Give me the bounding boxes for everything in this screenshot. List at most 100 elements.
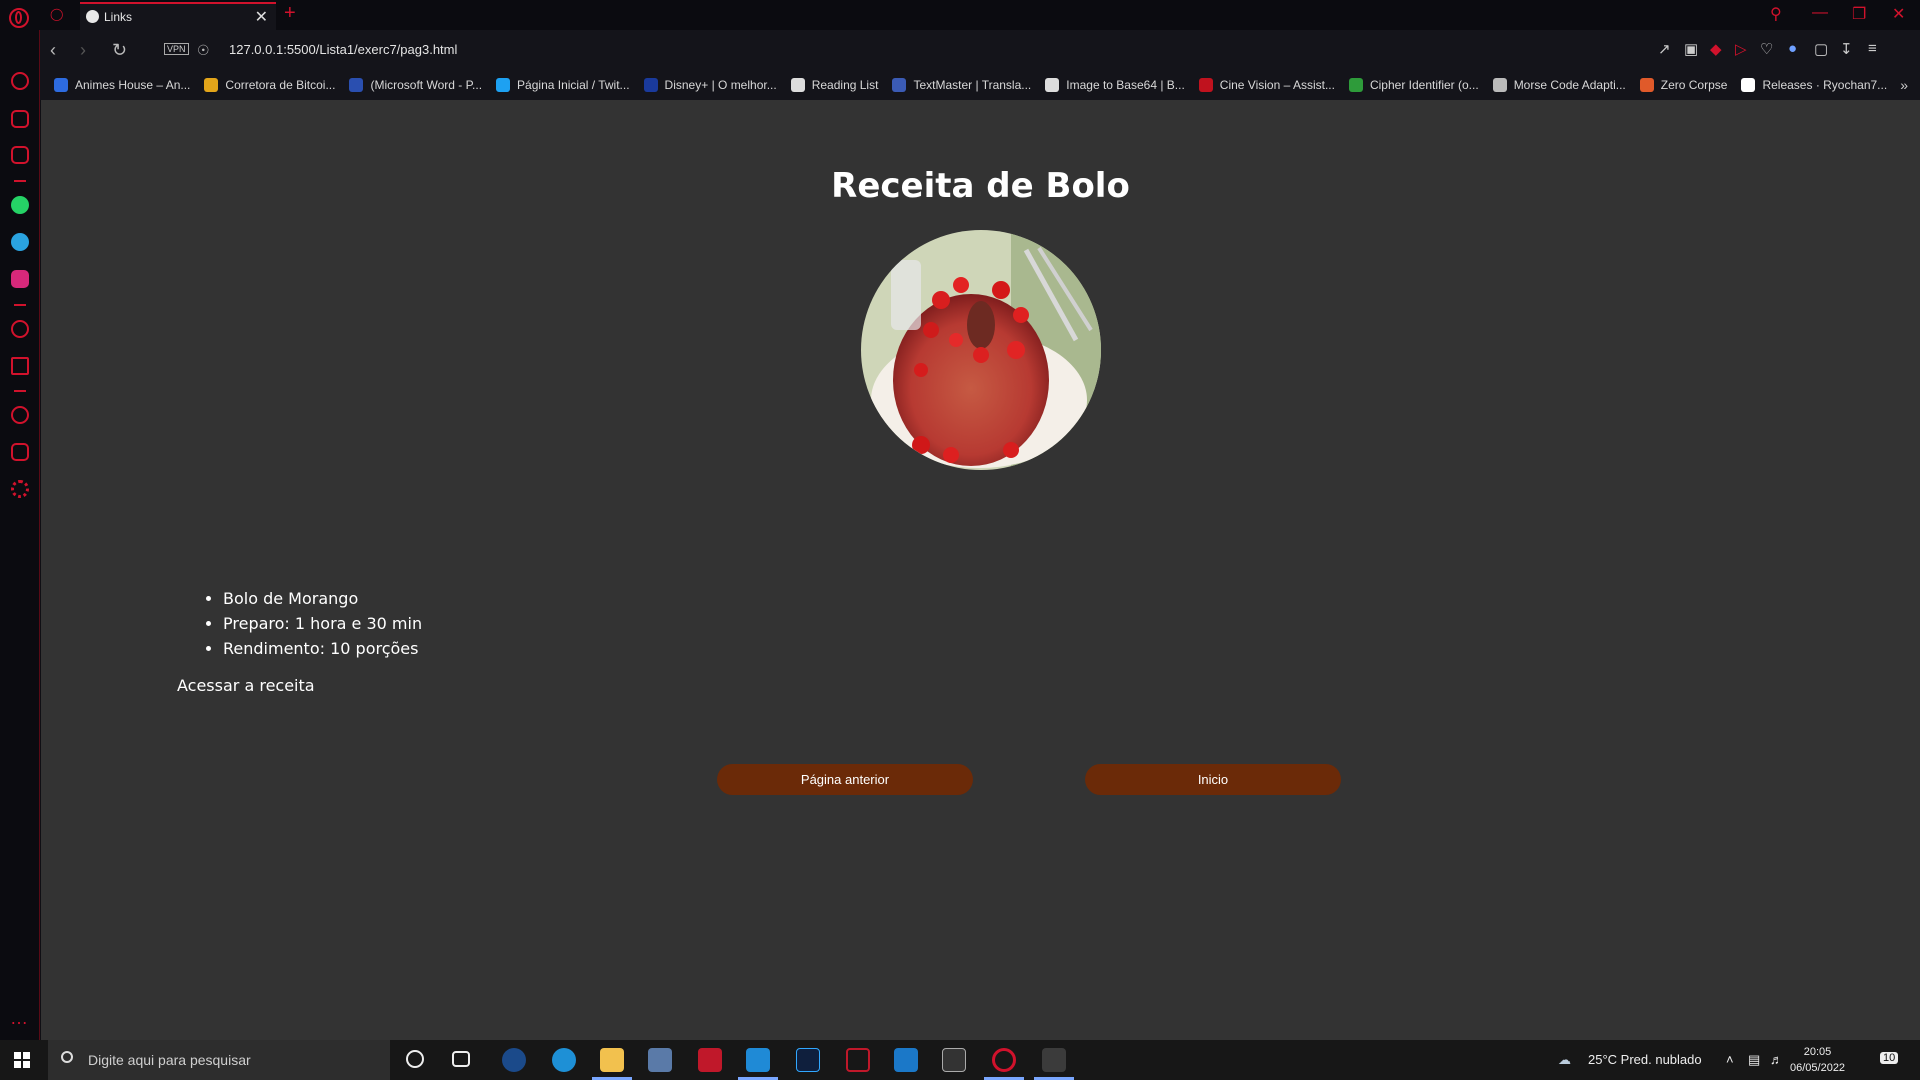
photoshop-icon[interactable] bbox=[796, 1048, 820, 1072]
instagram-icon[interactable] bbox=[11, 270, 29, 288]
settings-gear-icon[interactable] bbox=[11, 480, 29, 498]
minimize-button[interactable]: — bbox=[1812, 4, 1828, 22]
bookmark-favicon-icon bbox=[892, 78, 907, 92]
browser-tab[interactable]: Links ✕ bbox=[80, 2, 276, 30]
vpn-badge[interactable]: VPN bbox=[164, 43, 189, 55]
player-icon[interactable] bbox=[11, 320, 29, 338]
send-icon[interactable] bbox=[11, 357, 29, 375]
telegram-icon[interactable] bbox=[11, 233, 29, 251]
bookmark-item[interactable]: Animes House – An... bbox=[54, 78, 190, 92]
recipe-link[interactable]: Acessar a receita bbox=[177, 676, 315, 695]
page-title: Receita de Bolo bbox=[831, 166, 1130, 206]
volume-icon[interactable]: ♬ bbox=[1770, 1052, 1783, 1067]
bookmark-item[interactable]: Corretora de Bitcoi... bbox=[204, 78, 335, 92]
history-icon[interactable] bbox=[11, 406, 29, 424]
url-field[interactable]: 127.0.0.1:5500/Lista1/exerc7/pag3.html bbox=[229, 42, 457, 57]
bookmark-favicon-icon bbox=[54, 78, 68, 92]
extensions-cube-icon[interactable] bbox=[11, 443, 29, 461]
download-icon[interactable]: ↧ bbox=[1840, 40, 1853, 58]
share-icon[interactable]: ↗ bbox=[1658, 40, 1671, 58]
forward-icon[interactable]: › bbox=[80, 40, 86, 61]
list-item: Bolo de Morango bbox=[223, 586, 422, 611]
site-info-icon[interactable]: ☉ bbox=[197, 42, 210, 59]
bookmark-item[interactable]: Reading List bbox=[790, 78, 878, 92]
sidebar-divider bbox=[14, 390, 26, 392]
app-icon[interactable] bbox=[648, 1048, 672, 1072]
browser-tab-bar: ◯ Links ✕ + ⚲ — ❐ ✕ bbox=[0, 0, 1920, 30]
file-explorer-icon[interactable] bbox=[600, 1048, 624, 1072]
twitch-icon[interactable] bbox=[11, 146, 29, 164]
back-icon[interactable]: ‹ bbox=[50, 40, 56, 61]
bookmark-item[interactable]: TextMaster | Transla... bbox=[892, 78, 1031, 92]
taskbar-clock[interactable]: 20:05 06/05/2022 bbox=[1790, 1044, 1845, 1076]
tray-chevron-icon[interactable]: ˄ bbox=[1726, 1052, 1734, 1067]
web-page: Receita de Bolo • Bolo de Morango • Prep… bbox=[41, 100, 1920, 1040]
opera-logo-icon[interactable] bbox=[9, 8, 29, 28]
search-icon bbox=[61, 1051, 73, 1063]
weather-cloud-icon[interactable]: ☁ bbox=[1558, 1052, 1571, 1068]
previous-page-button[interactable]: Página anterior bbox=[717, 764, 973, 795]
bookmark-favicon-icon bbox=[1492, 78, 1507, 92]
mega-icon[interactable] bbox=[698, 1048, 722, 1072]
bookmark-item[interactable]: Image to Base64 | B... bbox=[1045, 78, 1185, 92]
reload-icon[interactable]: ↻ bbox=[112, 40, 127, 61]
opera-gx-icon[interactable] bbox=[992, 1048, 1016, 1072]
bookmark-favicon-icon bbox=[1741, 78, 1756, 92]
bookmarks-bar: Animes House – An... Corretora de Bitcoi… bbox=[40, 70, 1920, 100]
windows-start-icon[interactable] bbox=[14, 1052, 30, 1068]
home-button[interactable]: Inicio bbox=[1085, 764, 1341, 795]
gx-controller-icon[interactable]: ◯ bbox=[50, 8, 66, 20]
network-icon[interactable]: ▤ bbox=[1748, 1052, 1760, 1068]
bookmark-item[interactable]: Cine Vision – Assist... bbox=[1198, 78, 1335, 92]
extension-icon[interactable]: ● bbox=[1788, 40, 1797, 57]
search-tabs-icon[interactable]: ⚲ bbox=[1770, 4, 1782, 24]
vscode-icon[interactable] bbox=[746, 1048, 770, 1072]
shield-icon[interactable]: ◆ bbox=[1710, 40, 1722, 58]
more-bookmarks-icon[interactable]: » bbox=[1900, 77, 1908, 93]
more-options-icon[interactable]: … bbox=[10, 1008, 29, 1029]
list-item: Preparo: 1 hora e 30 min bbox=[223, 611, 422, 636]
heart-icon[interactable]: ♡ bbox=[1760, 40, 1773, 58]
clock-time: 20:05 bbox=[1803, 1046, 1832, 1058]
bookmark-favicon-icon bbox=[643, 78, 658, 92]
taskbar-search[interactable]: Digite aqui para pesquisar bbox=[48, 1040, 390, 1080]
speed-dial-icon[interactable] bbox=[11, 72, 29, 90]
cortana-icon[interactable] bbox=[406, 1050, 424, 1068]
bookmark-item[interactable]: Cipher Identifier (o... bbox=[1348, 78, 1479, 92]
flow-icon[interactable]: ▷ bbox=[1735, 40, 1747, 58]
valorant-icon[interactable] bbox=[846, 1048, 870, 1072]
bookmark-item[interactable]: Disney+ | O melhor... bbox=[643, 78, 777, 92]
terminal-icon[interactable] bbox=[942, 1048, 966, 1072]
shopping-bag-icon[interactable] bbox=[11, 110, 29, 128]
new-tab-button[interactable]: + bbox=[284, 2, 296, 25]
sidebar-divider bbox=[14, 304, 26, 306]
bookmark-favicon-icon bbox=[204, 78, 219, 92]
app-icon[interactable] bbox=[1042, 1048, 1066, 1072]
bookmark-item[interactable]: Morse Code Adapti... bbox=[1492, 78, 1626, 92]
close-tab-icon[interactable]: ✕ bbox=[255, 7, 268, 27]
globe-icon bbox=[86, 10, 99, 23]
search-placeholder: Digite aqui para pesquisar bbox=[88, 1052, 251, 1068]
cake-image bbox=[861, 230, 1101, 470]
list-item: Rendimento: 10 porções bbox=[223, 636, 422, 661]
bookmark-item[interactable]: Página Inicial / Twit... bbox=[496, 78, 630, 92]
windows-taskbar: Digite aqui para pesquisar ☁ 25°C Pred. … bbox=[0, 1040, 1920, 1080]
whatsapp-icon[interactable] bbox=[11, 196, 29, 214]
bookmark-favicon-icon bbox=[496, 78, 511, 92]
menu-icon[interactable]: ≡ bbox=[1868, 40, 1877, 57]
restore-button[interactable]: ❐ bbox=[1852, 4, 1866, 24]
visualg-icon[interactable] bbox=[894, 1048, 918, 1072]
task-view-icon[interactable] bbox=[452, 1051, 470, 1067]
bookmark-item[interactable]: (Microsoft Word - P... bbox=[349, 78, 482, 92]
edge-icon[interactable] bbox=[552, 1048, 576, 1072]
snapshot-icon[interactable]: ▣ bbox=[1684, 40, 1698, 58]
steam-icon[interactable] bbox=[502, 1048, 526, 1072]
bookmark-favicon-icon bbox=[1198, 78, 1213, 92]
close-window-button[interactable]: ✕ bbox=[1892, 4, 1905, 24]
bookmark-item[interactable]: Releases · Ryochan7... bbox=[1741, 78, 1887, 92]
clock-date: 06/05/2022 bbox=[1790, 1062, 1846, 1074]
bookmark-item[interactable]: Zero Corpse bbox=[1639, 78, 1727, 92]
cube-icon[interactable]: ▢ bbox=[1814, 40, 1828, 58]
weather-text[interactable]: 25°C Pred. nublado bbox=[1588, 1052, 1702, 1067]
notifications-badge[interactable]: 10 bbox=[1880, 1052, 1899, 1064]
